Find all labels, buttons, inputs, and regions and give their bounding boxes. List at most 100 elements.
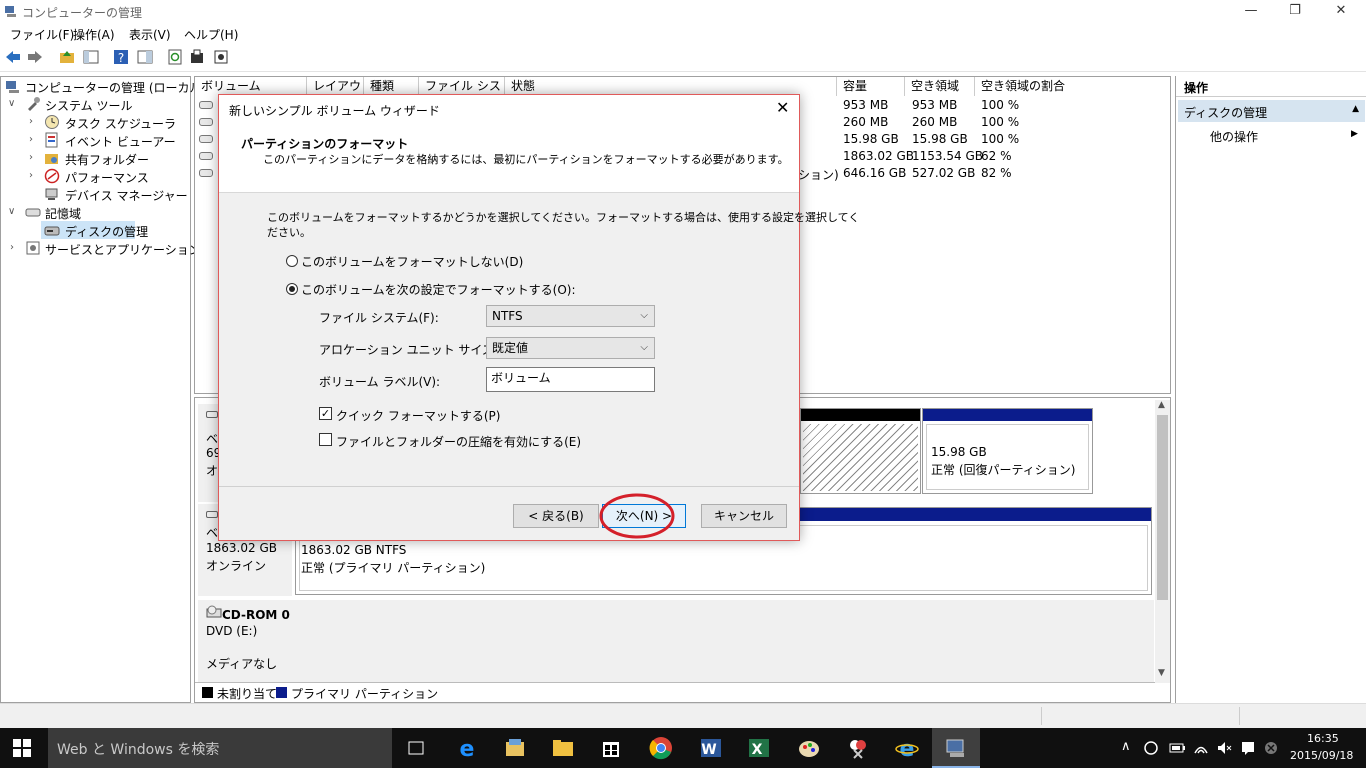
volume-icon: [199, 152, 213, 160]
chevron-right-icon[interactable]: ›: [29, 134, 33, 145]
collapse-up-icon[interactable]: ▲: [1352, 104, 1359, 114]
svg-text:e: e: [460, 737, 475, 760]
scroll-down-icon[interactable]: ▼: [1158, 668, 1165, 678]
back-button[interactable]: < 戻る(B): [513, 504, 599, 528]
clock-icon: [45, 115, 59, 129]
filesystem-select[interactable]: NTFS ⌵: [486, 305, 655, 327]
chevron-down-icon[interactable]: ∨: [8, 206, 15, 217]
properties-icon[interactable]: [136, 48, 154, 66]
chrome-icon[interactable]: [649, 736, 673, 760]
col-header-capacity[interactable]: 容量: [837, 77, 905, 96]
chevron-right-icon[interactable]: ›: [10, 242, 14, 253]
export-icon[interactable]: [188, 48, 206, 66]
store-icon[interactable]: [599, 736, 623, 760]
unallocated-partition[interactable]: [800, 408, 921, 494]
close-icon[interactable]: ✕: [776, 98, 789, 117]
taskbar-search-box[interactable]: Web と Windows を検索: [48, 728, 392, 768]
wizard-title: 新しいシンプル ボリューム ウィザード: [229, 104, 440, 118]
quick-format-label[interactable]: クイック フォーマットする(P): [336, 407, 500, 424]
show-hide-tree-icon[interactable]: [82, 48, 100, 66]
wifi-icon[interactable]: [1193, 740, 1209, 756]
menu-file[interactable]: ファイル(F): [10, 26, 74, 43]
chevron-right-icon[interactable]: ›: [29, 116, 33, 127]
computer-management-icon: [946, 739, 964, 757]
network-sync-icon[interactable]: [1143, 740, 1159, 756]
row-status-tail: ション): [798, 168, 839, 182]
scroll-thumb[interactable]: [1157, 415, 1168, 600]
allocation-unit-select[interactable]: 既定値 ⌵: [486, 337, 655, 359]
folder-up-icon[interactable]: [58, 48, 76, 66]
radio-no-format-label[interactable]: このボリュームをフォーマットしない(D): [301, 253, 523, 270]
clock-date[interactable]: 2015/09/18: [1290, 749, 1353, 762]
actions-more[interactable]: 他の操作: [1210, 128, 1258, 145]
tree-root[interactable]: コンピューターの管理 (ローカル): [25, 79, 206, 96]
ime-icon[interactable]: [1240, 740, 1256, 756]
actions-header: 操作: [1176, 76, 1366, 97]
tree-device-manager[interactable]: デバイス マネージャー: [65, 187, 188, 204]
radio-format[interactable]: [286, 283, 298, 295]
close-button[interactable]: ✕: [1318, 0, 1364, 22]
task-view-icon[interactable]: [404, 736, 428, 760]
quick-format-checkbox[interactable]: ✓: [319, 407, 332, 420]
radio-format-label[interactable]: このボリュームを次の設定でフォーマットする(O):: [301, 281, 576, 298]
restore-button[interactable]: ❐: [1272, 0, 1318, 22]
forward-arrow-icon[interactable]: [26, 48, 44, 66]
paint-icon[interactable]: [797, 736, 821, 760]
windows-start-icon[interactable]: [13, 739, 31, 757]
tree-event-viewer[interactable]: イベント ビューアー: [65, 133, 176, 150]
row-capacity: 15.98 GB: [843, 132, 899, 146]
refresh-icon[interactable]: [166, 48, 184, 66]
volume-muted-icon[interactable]: [1216, 740, 1232, 756]
tree-performance[interactable]: パフォーマンス: [65, 169, 149, 186]
chevron-down-icon[interactable]: ∨: [8, 98, 15, 109]
status-bar: [0, 703, 1366, 728]
edge-browser-icon[interactable]: e: [455, 736, 479, 760]
row-free: 260 MB: [912, 115, 958, 129]
menu-help[interactable]: ヘルプ(H): [184, 26, 238, 43]
help-icon[interactable]: ?: [112, 48, 130, 66]
chevron-right-icon[interactable]: ›: [29, 170, 33, 181]
graph-scrollbar[interactable]: ▲ ▼: [1155, 400, 1170, 683]
settings-icon[interactable]: [212, 48, 230, 66]
volume-icon: [199, 135, 213, 143]
clock-time[interactable]: 16:35: [1307, 732, 1339, 745]
tree-system-tools[interactable]: システム ツール: [45, 97, 132, 114]
compression-label[interactable]: ファイルとフォルダーの圧縮を有効にする(E): [336, 433, 581, 450]
actions-section-label: ディスクの管理: [1184, 106, 1268, 120]
menu-view[interactable]: 表示(V): [129, 26, 171, 43]
wizard-heading: パーティションのフォーマット: [241, 137, 409, 151]
recovery-partition[interactable]: 15.98 GB 正常 (回復パーティション): [922, 408, 1093, 494]
col-header-free[interactable]: 空き領域: [905, 77, 975, 96]
scroll-up-icon[interactable]: ▲: [1158, 400, 1165, 410]
internet-explorer-icon[interactable]: e: [895, 736, 919, 760]
excel-icon[interactable]: X: [747, 736, 771, 760]
minimize-button[interactable]: —: [1228, 0, 1274, 22]
tree-shared-folders[interactable]: 共有フォルダー: [65, 151, 149, 168]
tray-chevron-up-icon[interactable]: ∧: [1121, 739, 1131, 754]
tree-disk-management[interactable]: ディスクの管理: [65, 223, 148, 240]
cdrom-label-box[interactable]: CD-ROM 0 DVD (E:) メディアなし: [198, 600, 292, 684]
tree-task-scheduler[interactable]: タスク スケジューラ: [65, 115, 176, 132]
row-capacity: 953 MB: [843, 98, 889, 112]
compression-checkbox[interactable]: [319, 433, 332, 446]
explorer-icon[interactable]: [503, 736, 527, 760]
tree-storage[interactable]: 記憶域: [45, 205, 81, 222]
menu-action[interactable]: 操作(A): [73, 26, 115, 43]
col-header-free-pct[interactable]: 空き領域の割合: [975, 77, 1170, 96]
notification-icon[interactable]: [1263, 740, 1279, 756]
services-icon: [26, 241, 40, 255]
actions-section[interactable]: ディスクの管理 ▲: [1178, 100, 1365, 122]
volume-label-value: ボリューム: [491, 371, 551, 385]
cdrom-media: メディアなし: [206, 657, 278, 671]
battery-icon[interactable]: [1168, 740, 1186, 756]
radio-no-format[interactable]: [286, 255, 298, 267]
back-arrow-icon[interactable]: [4, 48, 22, 66]
word-icon[interactable]: W: [699, 736, 723, 760]
cancel-button[interactable]: キャンセル: [701, 504, 787, 528]
taskbar-active-app[interactable]: [932, 728, 980, 768]
folder-icon[interactable]: [551, 736, 575, 760]
volume-label-input[interactable]: ボリューム: [486, 367, 655, 392]
snipping-tool-icon[interactable]: [846, 736, 870, 760]
chevron-right-icon[interactable]: ›: [29, 152, 33, 163]
tree-services[interactable]: サービスとアプリケーション: [45, 241, 201, 258]
